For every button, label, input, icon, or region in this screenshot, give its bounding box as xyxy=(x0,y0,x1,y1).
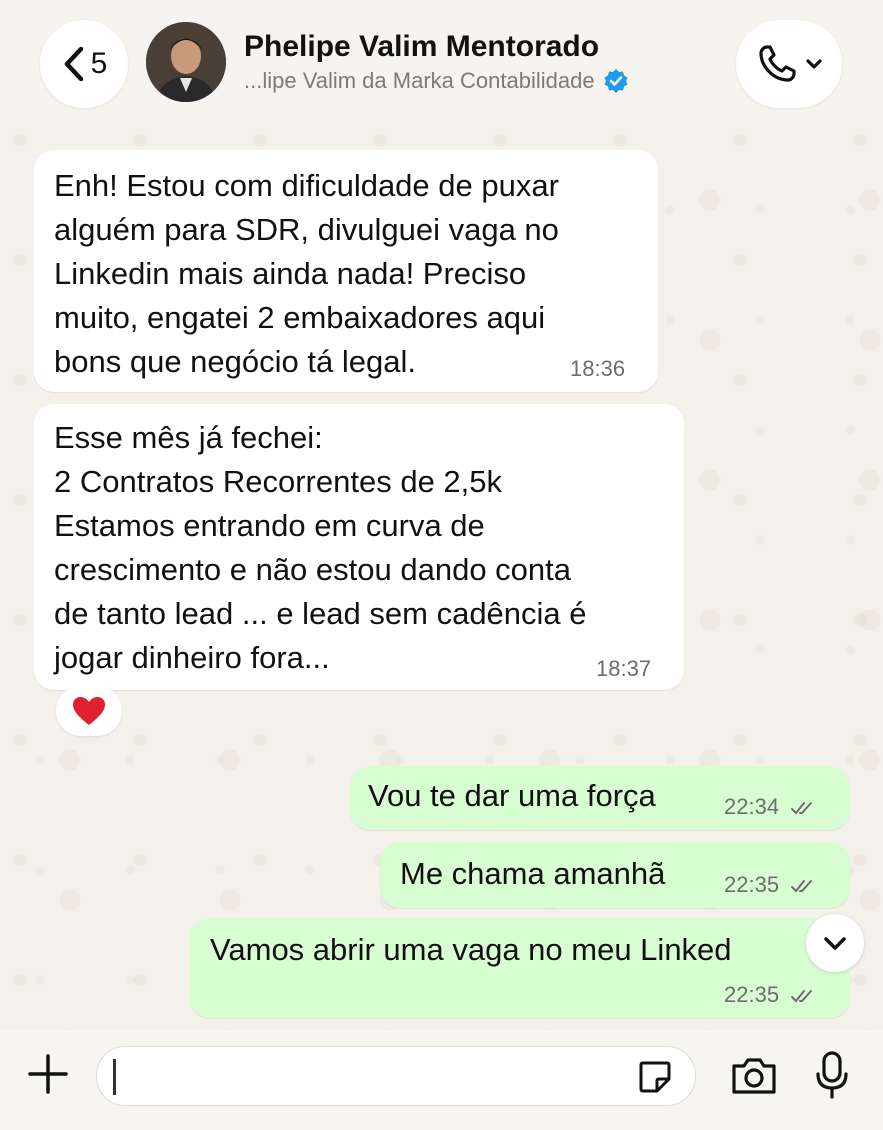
text-cursor xyxy=(113,1059,116,1095)
chat-header: 5 Phelipe Valim Mentorado ...lipe Valim … xyxy=(0,0,883,128)
avatar-image xyxy=(146,22,226,102)
contact-subtitle-text: ...lipe Valim da Marka Contabilidade xyxy=(244,68,595,93)
chevron-left-icon xyxy=(64,46,83,82)
message-text: Me chama amanhã xyxy=(400,856,666,891)
message-time: 22:34 xyxy=(724,794,780,819)
message-bubble-outgoing[interactable]: Vou te dar uma força 22:34 xyxy=(350,766,850,830)
message-text: Esse mês já fechei: 2 Contratos Recorren… xyxy=(54,420,587,675)
phone-icon xyxy=(759,45,796,82)
message-text: Vamos abrir uma vaga no meu Linked xyxy=(210,932,732,967)
sticker-icon[interactable] xyxy=(637,1059,673,1095)
plus-icon[interactable] xyxy=(26,1052,70,1096)
scroll-to-bottom-button[interactable] xyxy=(806,914,864,972)
heart-reaction[interactable] xyxy=(56,686,122,736)
message-time-row: 22:35 xyxy=(724,872,817,898)
camera-icon[interactable] xyxy=(730,1056,778,1096)
chevron-down-icon xyxy=(806,59,822,69)
message-time: 18:37 xyxy=(596,656,652,681)
chevron-down-icon xyxy=(824,937,846,950)
back-button[interactable]: 5 xyxy=(40,20,128,108)
message-time-row: 22:34 xyxy=(724,794,817,820)
message-text: Enh! Estou com dificuldade de puxar algu… xyxy=(54,168,559,379)
call-button[interactable] xyxy=(736,20,842,108)
message-text: Vou te dar uma força xyxy=(368,778,656,813)
contact-name[interactable]: Phelipe Valim Mentorado xyxy=(244,30,599,64)
message-time: 22:35 xyxy=(724,872,780,897)
message-input[interactable] xyxy=(96,1046,696,1106)
contact-subtitle[interactable]: ...lipe Valim da Marka Contabilidade xyxy=(244,68,629,94)
avatar[interactable] xyxy=(146,22,226,102)
unread-count: 5 xyxy=(90,47,108,80)
message-bubble-incoming[interactable]: Enh! Estou com dificuldade de puxar algu… xyxy=(34,150,658,392)
message-time: 22:35 xyxy=(724,982,780,1007)
message-bubble-outgoing[interactable]: Vamos abrir uma vaga no meu Linked 22:35 xyxy=(190,918,850,1018)
microphone-icon[interactable] xyxy=(814,1050,850,1100)
heart-icon xyxy=(73,697,105,725)
message-bubble-incoming[interactable]: Esse mês já fechei: 2 Contratos Recorren… xyxy=(34,404,684,690)
message-time-row: 22:35 xyxy=(724,982,817,1008)
double-check-icon xyxy=(791,990,813,1003)
verified-badge-icon xyxy=(604,69,628,93)
message-composer xyxy=(0,1030,883,1130)
message-bubble-outgoing[interactable]: Me chama amanhã 22:35 xyxy=(380,842,850,908)
message-time: 18:36 xyxy=(570,356,626,381)
double-check-icon xyxy=(791,802,813,815)
double-check-icon xyxy=(791,880,813,893)
